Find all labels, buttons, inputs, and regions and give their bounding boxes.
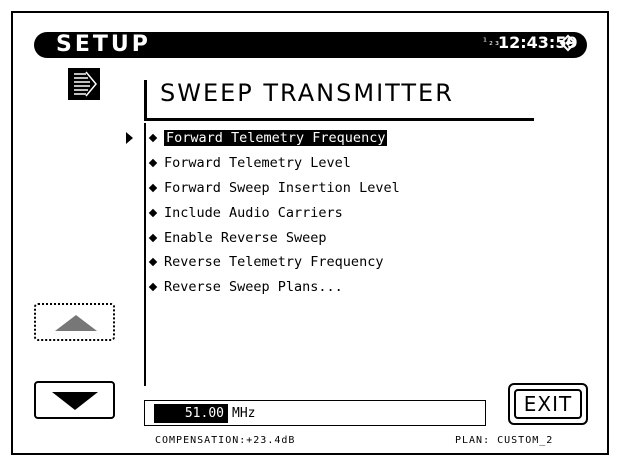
menu-item-label: Forward Sweep Insertion Level [164,179,400,196]
bullet-icon [148,282,158,292]
scroll-down-button[interactable] [34,381,115,419]
exit-label: EXIT [514,389,582,419]
triangle-down-icon [52,392,98,410]
header-rule-horizontal [144,118,534,121]
page-title: SWEEP TRANSMITTER [160,79,454,107]
menu-item-label: Reverse Sweep Plans... [164,279,343,296]
header-rule-vertical [144,80,147,120]
bullet-icon [148,233,158,242]
menu-item-label: Forward Telemetry Frequency [164,130,388,147]
compensation-status: COMPENSATION:+23.4dB [155,435,296,446]
plan-status: PLAN: CUSTOM_2 [455,435,554,446]
frequency-unit: MHz [232,406,256,421]
title-text: SETUP [56,32,151,57]
bullet-icon [148,208,158,218]
bullet-icon [148,183,158,193]
menu-arrow-icon[interactable] [68,68,100,100]
menu-item-forward-sweep-insertion-level[interactable]: Forward Sweep Insertion Level [148,176,400,201]
menu-item-label: Include Audio Carriers [164,204,343,221]
menu-item-label: Forward Telemetry Level [164,155,351,172]
menu-list-rule [144,123,146,386]
menu-item-forward-telemetry-level[interactable]: Forward Telemetry Level [148,151,400,176]
exit-button[interactable]: EXIT [508,383,588,425]
menu-list: Forward Telemetry Frequency Forward Tele… [148,126,400,300]
scroll-up-button[interactable] [34,303,115,341]
bullet-icon [148,134,158,143]
bullet-icon [148,258,158,267]
menu-item-include-audio-carriers[interactable]: Include Audio Carriers [148,200,400,225]
menu-item-forward-telemetry-frequency[interactable]: Forward Telemetry Frequency [148,126,400,151]
menu-item-label: Reverse Telemetry Frequency [164,254,384,271]
frequency-value[interactable]: 51.00 [154,404,228,423]
selection-pointer-icon [126,132,133,144]
menu-item-label: Enable Reverse Sweep [164,229,327,246]
menu-item-reverse-sweep-plans[interactable]: Reverse Sweep Plans... [148,275,400,300]
bullet-icon [148,158,158,168]
triangle-up-icon [55,315,97,331]
menu-item-enable-reverse-sweep[interactable]: Enable Reverse Sweep [148,225,400,250]
menu-item-reverse-telemetry-frequency[interactable]: Reverse Telemetry Frequency [148,250,400,275]
